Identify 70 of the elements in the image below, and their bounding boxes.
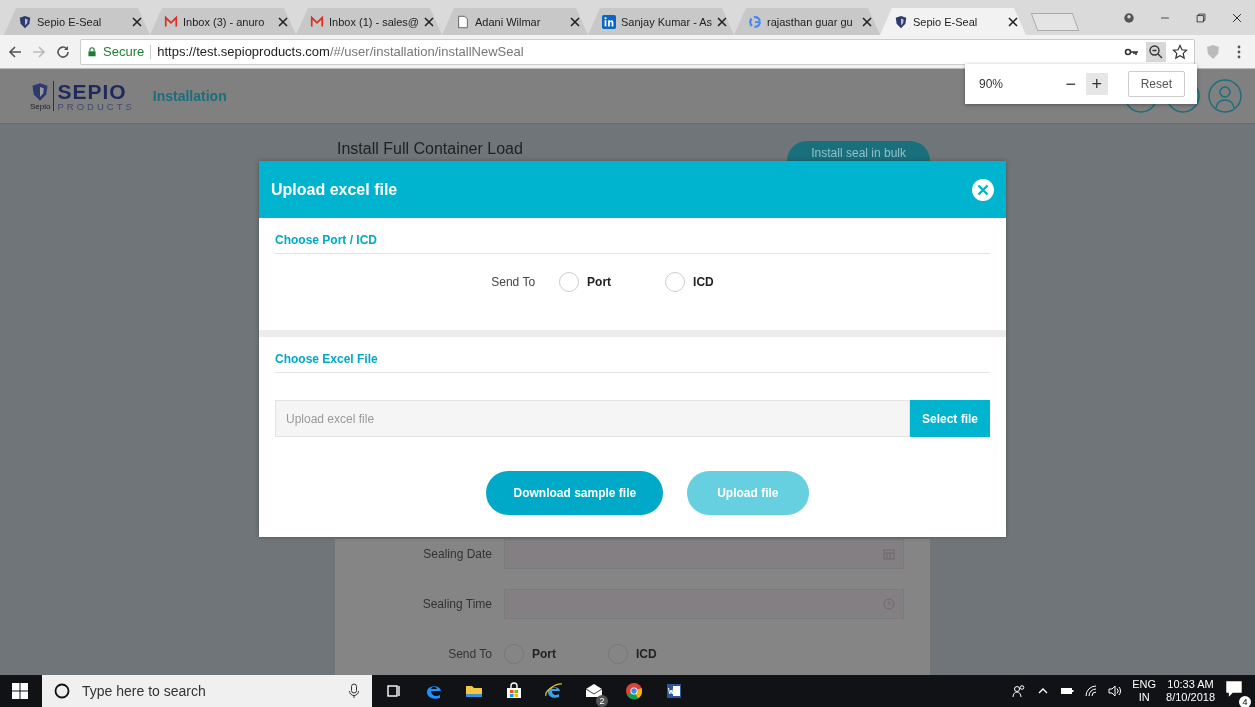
radio-label: ICD	[693, 275, 714, 289]
browser-tab[interactable]: rajasthan guar gu	[734, 8, 880, 35]
store-icon[interactable]	[504, 681, 524, 701]
close-icon[interactable]	[424, 16, 435, 27]
field-label: Send To	[447, 647, 492, 661]
field-label: Sealing Time	[421, 597, 492, 611]
wifi-icon[interactable]	[1084, 684, 1099, 698]
close-icon[interactable]	[862, 16, 872, 27]
clock[interactable]: 10:33 AM 8/10/2018	[1166, 678, 1215, 704]
search-bar[interactable]: Type here to search	[42, 675, 372, 707]
reload-icon[interactable]	[56, 44, 70, 59]
radio-button[interactable]	[665, 272, 686, 292]
mail-icon	[164, 14, 178, 29]
radio-label: ICD	[636, 647, 657, 661]
address-bar[interactable]: Secure https://test.sepioproducts.com/#/user/installation/installNewSeal	[80, 38, 1195, 65]
form-title: Install Full Container Load	[336, 140, 523, 158]
windows-icon[interactable]	[12, 683, 28, 699]
radio-label: Port	[532, 647, 556, 661]
shield-icon	[18, 14, 32, 29]
dialog-title: Upload excel file	[271, 180, 398, 199]
search-field[interactable]: Type here to search	[80, 682, 336, 700]
logo-subtitle: PRODUCTS	[57, 101, 135, 112]
people-icon[interactable]	[1012, 684, 1027, 698]
star-icon[interactable]	[1172, 43, 1188, 60]
file-field[interactable]: Upload excel file	[275, 400, 910, 437]
browser-tab[interactable]: Inbox (1) - sales@	[296, 8, 442, 35]
field-label: Sealing Date	[422, 547, 492, 561]
secure-label: Secure	[103, 44, 145, 59]
close-icon[interactable]	[717, 16, 728, 27]
radio-button[interactable]	[559, 272, 580, 292]
close-icon[interactable]	[1008, 16, 1018, 27]
section-heading: Choose Excel File	[275, 352, 990, 373]
close-icon[interactable]	[278, 16, 288, 27]
back-icon[interactable]	[8, 44, 22, 59]
count-badge: 2	[596, 695, 608, 707]
browser-tab[interactable]: Sanjay Kumar - As	[588, 8, 734, 35]
date-field[interactable]	[504, 539, 904, 569]
lock-icon	[87, 44, 97, 59]
zoom-in-button[interactable]: +	[1085, 73, 1108, 95]
url-text: https://test.sepioproducts.com/#/user/installation/installNewSeal	[157, 44, 524, 59]
zoom-out-button[interactable]: −	[1059, 73, 1082, 95]
google-icon	[748, 14, 762, 29]
radio-label: Port	[587, 275, 612, 289]
document-icon[interactable]	[664, 681, 684, 701]
page-icon	[456, 14, 470, 29]
zoom-out-icon[interactable]	[1146, 41, 1166, 62]
notification-icon[interactable]	[1225, 680, 1243, 698]
browser-tab[interactable]: Adani Wilmar	[442, 8, 588, 35]
speaker-icon[interactable]	[1108, 684, 1123, 698]
close-icon[interactable]	[570, 16, 580, 27]
zoom-level: 90%	[979, 77, 1005, 91]
section-heading: Choose Port / ICD	[275, 233, 990, 254]
close-icon[interactable]	[132, 16, 142, 27]
field-label: Send To	[491, 275, 536, 289]
browser-e-icon[interactable]	[544, 681, 564, 701]
page-title: Installation	[152, 88, 227, 104]
browser-tab[interactable]: Sepio E-Seal	[4, 8, 150, 35]
browser-tab[interactable]: Inbox (3) - anuro	[150, 8, 296, 35]
chrome-icon[interactable]	[624, 681, 644, 701]
count-badge: 4	[1239, 696, 1251, 707]
shield-icon	[894, 14, 908, 29]
language-indicator[interactable]: ENG IN	[1132, 678, 1157, 704]
linkedin-icon	[602, 14, 616, 29]
logo-text: SEPIO	[57, 80, 128, 102]
search-icon	[54, 683, 70, 699]
browser-tab[interactable]: Sepio E-Seal	[880, 8, 1026, 35]
microphone-icon[interactable]	[346, 683, 362, 699]
reset-button[interactable]: Reset	[1127, 71, 1185, 97]
mail-icon	[310, 14, 324, 29]
logo-caption: Sepio	[30, 101, 51, 111]
